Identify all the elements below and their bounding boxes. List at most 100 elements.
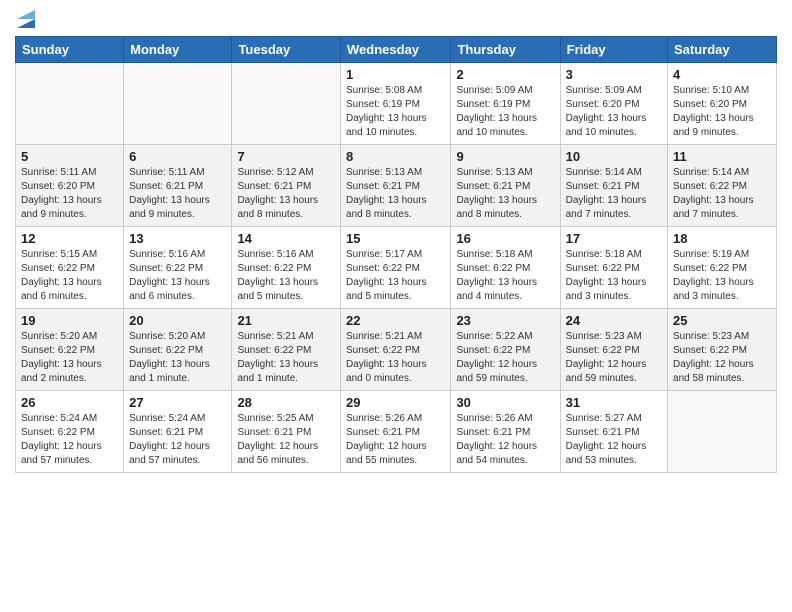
day-info: Sunrise: 5:26 AM Sunset: 6:21 PM Dayligh… [456,412,554,468]
calendar-cell [124,63,232,145]
week-row-2: 5 Sunrise: 5:11 AM Sunset: 6:20 PM Daylig… [16,145,777,227]
logo-icon [15,10,35,28]
calendar-cell: 2Sunrise: 5:09 AM Sunset: 6:19 PM Daylig… [451,63,560,145]
day-number: 16 [456,231,554,246]
day-info: Sunrise: 5:16 AM Sunset: 6:22 PM Dayligh… [129,248,226,304]
day-info: Sunrise: 5:17 AM Sunset: 6:22 PM Dayligh… [346,248,445,304]
day-info: Sunrise: 5:21 AM Sunset: 6:22 PM Dayligh… [237,330,335,386]
calendar-cell: 25 Sunrise: 5:23 AM Sunset: 6:22 PM Dayli… [668,309,777,391]
day-number: 18 [673,231,771,246]
day-info: Sunrise: 5:23 AM Sunset: 6:22 PM Dayligh… [566,330,662,386]
logo [15,10,35,28]
calendar-cell: 22 Sunrise: 5:21 AM Sunset: 6:22 PM Dayli… [341,309,451,391]
calendar-cell: 21 Sunrise: 5:21 AM Sunset: 6:22 PM Dayli… [232,309,341,391]
calendar-cell: 17 Sunrise: 5:18 AM Sunset: 6:22 PM Dayli… [560,227,667,309]
calendar-cell: 15Sunrise: 5:17 AM Sunset: 6:22 PM Dayli… [341,227,451,309]
calendar-cell: 6 Sunrise: 5:11 AM Sunset: 6:21 PM Daylig… [124,145,232,227]
day-number: 19 [21,313,118,328]
day-info: Sunrise: 5:24 AM Sunset: 6:21 PM Dayligh… [129,412,226,468]
week-row-3: 12 Sunrise: 5:15 AM Sunset: 6:22 PM Dayli… [16,227,777,309]
weekday-header-sunday: Sunday [16,37,124,63]
calendar-cell: 30 Sunrise: 5:26 AM Sunset: 6:21 PM Dayli… [451,391,560,473]
day-number: 9 [456,149,554,164]
day-number: 29 [346,395,445,410]
day-number: 3 [566,67,662,82]
day-info: Sunrise: 5:24 AM Sunset: 6:22 PM Dayligh… [21,412,118,468]
calendar-cell: 10Sunrise: 5:14 AM Sunset: 6:21 PM Dayli… [560,145,667,227]
calendar-cell: 31 Sunrise: 5:27 AM Sunset: 6:21 PM Dayli… [560,391,667,473]
calendar-cell: 14Sunrise: 5:16 AM Sunset: 6:22 PM Dayli… [232,227,341,309]
day-number: 6 [129,149,226,164]
day-info: Sunrise: 5:18 AM Sunset: 6:22 PM Dayligh… [566,248,662,304]
day-number: 31 [566,395,662,410]
calendar-cell: 9 Sunrise: 5:13 AM Sunset: 6:21 PM Daylig… [451,145,560,227]
day-info: Sunrise: 5:22 AM Sunset: 6:22 PM Dayligh… [456,330,554,386]
day-number: 22 [346,313,445,328]
day-number: 8 [346,149,445,164]
day-info: Sunrise: 5:18 AM Sunset: 6:22 PM Dayligh… [456,248,554,304]
day-number: 11 [673,149,771,164]
weekday-header-friday: Friday [560,37,667,63]
calendar-cell: 12 Sunrise: 5:15 AM Sunset: 6:22 PM Dayli… [16,227,124,309]
calendar-cell: 1 Sunrise: 5:08 AM Sunset: 6:19 PM Daylig… [341,63,451,145]
calendar-cell: 27 Sunrise: 5:24 AM Sunset: 6:21 PM Dayli… [124,391,232,473]
calendar-cell: 8Sunrise: 5:13 AM Sunset: 6:21 PM Daylig… [341,145,451,227]
day-number: 7 [237,149,335,164]
day-info: Sunrise: 5:20 AM Sunset: 6:22 PM Dayligh… [21,330,118,386]
calendar-cell: 29 Sunrise: 5:26 AM Sunset: 6:21 PM Dayli… [341,391,451,473]
day-number: 2 [456,67,554,82]
calendar-cell: 5 Sunrise: 5:11 AM Sunset: 6:20 PM Daylig… [16,145,124,227]
day-number: 13 [129,231,226,246]
day-number: 17 [566,231,662,246]
calendar-cell: 18Sunrise: 5:19 AM Sunset: 6:22 PM Dayli… [668,227,777,309]
weekday-header-thursday: Thursday [451,37,560,63]
day-info: Sunrise: 5:11 AM Sunset: 6:20 PM Dayligh… [21,166,118,222]
calendar-cell [668,391,777,473]
day-number: 12 [21,231,118,246]
day-info: Sunrise: 5:25 AM Sunset: 6:21 PM Dayligh… [237,412,335,468]
header [15,10,777,28]
week-row-5: 26 Sunrise: 5:24 AM Sunset: 6:22 PM Dayli… [16,391,777,473]
day-number: 26 [21,395,118,410]
calendar-cell: 16 Sunrise: 5:18 AM Sunset: 6:22 PM Dayli… [451,227,560,309]
day-number: 24 [566,313,662,328]
day-info: Sunrise: 5:27 AM Sunset: 6:21 PM Dayligh… [566,412,662,468]
day-number: 10 [566,149,662,164]
day-info: Sunrise: 5:12 AM Sunset: 6:21 PM Dayligh… [237,166,335,222]
calendar-cell: 20 Sunrise: 5:20 AM Sunset: 6:22 PM Dayli… [124,309,232,391]
calendar-cell: 19 Sunrise: 5:20 AM Sunset: 6:22 PM Dayli… [16,309,124,391]
day-number: 4 [673,67,771,82]
calendar-cell: 23 Sunrise: 5:22 AM Sunset: 6:22 PM Dayli… [451,309,560,391]
calendar-cell: 4Sunrise: 5:10 AM Sunset: 6:20 PM Daylig… [668,63,777,145]
day-info: Sunrise: 5:16 AM Sunset: 6:22 PM Dayligh… [237,248,335,304]
day-info: Sunrise: 5:08 AM Sunset: 6:19 PM Dayligh… [346,84,445,140]
calendar-table: SundayMondayTuesdayWednesdayThursdayFrid… [15,36,777,473]
page: SundayMondayTuesdayWednesdayThursdayFrid… [0,0,792,612]
day-number: 20 [129,313,226,328]
day-number: 25 [673,313,771,328]
day-info: Sunrise: 5:13 AM Sunset: 6:21 PM Dayligh… [456,166,554,222]
day-info: Sunrise: 5:21 AM Sunset: 6:22 PM Dayligh… [346,330,445,386]
weekday-header-row: SundayMondayTuesdayWednesdayThursdayFrid… [16,37,777,63]
day-info: Sunrise: 5:23 AM Sunset: 6:22 PM Dayligh… [673,330,771,386]
day-number: 23 [456,313,554,328]
weekday-header-tuesday: Tuesday [232,37,341,63]
day-info: Sunrise: 5:14 AM Sunset: 6:22 PM Dayligh… [673,166,771,222]
day-info: Sunrise: 5:11 AM Sunset: 6:21 PM Dayligh… [129,166,226,222]
day-number: 27 [129,395,226,410]
day-number: 1 [346,67,445,82]
calendar-cell [16,63,124,145]
day-number: 21 [237,313,335,328]
week-row-4: 19 Sunrise: 5:20 AM Sunset: 6:22 PM Dayli… [16,309,777,391]
calendar-cell: 24 Sunrise: 5:23 AM Sunset: 6:22 PM Dayli… [560,309,667,391]
calendar-cell: 11 Sunrise: 5:14 AM Sunset: 6:22 PM Dayli… [668,145,777,227]
day-number: 30 [456,395,554,410]
day-info: Sunrise: 5:09 AM Sunset: 6:20 PM Dayligh… [566,84,662,140]
day-info: Sunrise: 5:20 AM Sunset: 6:22 PM Dayligh… [129,330,226,386]
day-number: 5 [21,149,118,164]
weekday-header-wednesday: Wednesday [341,37,451,63]
day-info: Sunrise: 5:26 AM Sunset: 6:21 PM Dayligh… [346,412,445,468]
calendar-cell: 3 Sunrise: 5:09 AM Sunset: 6:20 PM Daylig… [560,63,667,145]
weekday-header-monday: Monday [124,37,232,63]
day-info: Sunrise: 5:15 AM Sunset: 6:22 PM Dayligh… [21,248,118,304]
